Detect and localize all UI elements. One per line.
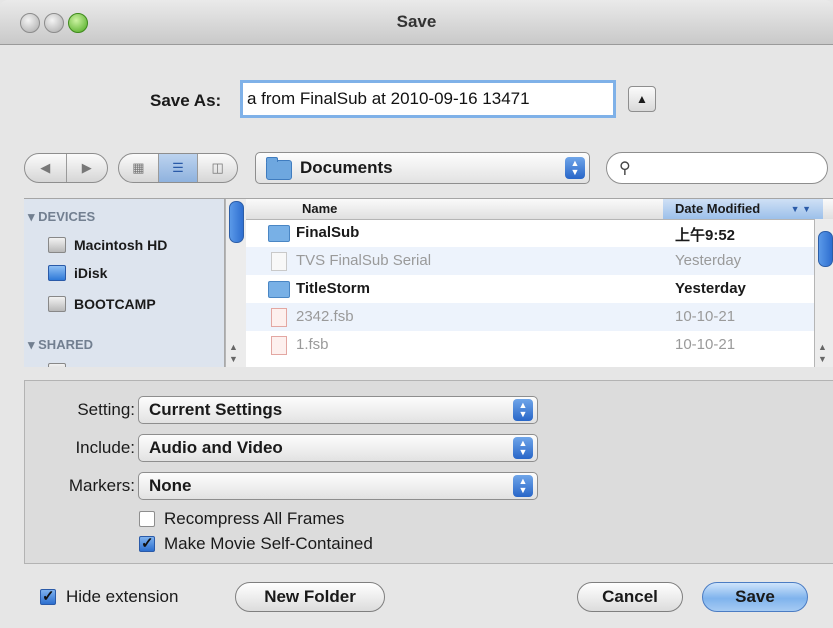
cancel-button[interactable]: Cancel (577, 582, 683, 612)
popup-arrows-icon: ▲ ▼ (565, 157, 585, 179)
collapse-browser-button[interactable]: ▲ (628, 86, 656, 112)
hard-drive-icon (48, 237, 66, 253)
idisk-icon (48, 265, 66, 281)
save-as-label: Save As: (150, 91, 222, 110)
sidebar-item-label: iDisk (74, 265, 108, 281)
sidebar-item-label: BOOTCAMP (74, 296, 156, 312)
sidebar-scrollbar[interactable]: ▲ ▼ (225, 199, 246, 367)
fsb-file-icon (271, 336, 287, 355)
date-modified-column-header[interactable]: Date Modified ▼ ▼ (663, 199, 823, 219)
icon-view-button[interactable]: ▦ (119, 154, 158, 182)
file-list-header: Name Date Modified ▼ ▼ (246, 199, 833, 220)
search-input[interactable] (641, 157, 815, 181)
fsb-file-icon (271, 308, 287, 327)
hide-extension-label: Hide extension (66, 587, 179, 606)
folder-icon (268, 281, 290, 298)
file-name: 1.fsb (296, 336, 329, 353)
save-button[interactable]: Save (702, 582, 808, 612)
markers-label: Markers: (68, 476, 135, 495)
document-icon (271, 252, 287, 271)
file-list-scrollbar[interactable]: ▲ ▼ (814, 219, 833, 367)
file-row-2342-fsb: 2342.fsb 10-10-21 (246, 303, 814, 331)
include-popup-value: Audio and Video (149, 438, 283, 457)
sidebar-header-shared[interactable]: ▾ SHARED (28, 337, 93, 353)
sidebar-item-label: Macintosh HD (74, 237, 168, 253)
hard-drive-icon (48, 296, 66, 312)
back-arrow-icon: ◀ (40, 160, 51, 175)
recompress-label: Recompress All Frames (164, 509, 345, 528)
forward-arrow-icon: ▶ (81, 160, 92, 175)
setting-popup-value: Current Settings (149, 400, 283, 419)
triangle-up-icon: ▲ (636, 92, 648, 106)
search-icon: ⚲ (619, 160, 631, 177)
new-folder-button[interactable]: New Folder (235, 582, 385, 612)
sidebar-item-macintosh-hd[interactable]: Macintosh HD (48, 233, 167, 257)
column-view-button[interactable]: ◫ (197, 154, 237, 182)
file-row-titlestorm[interactable]: TitleStorm Yesterday (246, 275, 814, 303)
column-view-icon: ◫ (211, 160, 224, 175)
self-contained-label: Make Movie Self-Contained (164, 534, 373, 553)
file-name: TitleStorm (296, 280, 370, 297)
search-field[interactable]: ⚲ (606, 152, 828, 184)
file-name: TVS FinalSub Serial (296, 252, 432, 269)
list-view-icon: ☰ (172, 160, 184, 175)
sidebar: ▾ DEVICES Macintosh HD iDisk BOOTCAMP ▾ … (24, 199, 225, 367)
file-row-tvs-finalsub-serial: TVS FinalSub Serial Yesterday (246, 247, 814, 275)
file-date: Yesterday (675, 280, 746, 297)
location-popup-value: Documents (300, 158, 393, 177)
file-row-finalsub[interactable]: FinalSub 上午9:52 (246, 219, 814, 247)
setting-popup[interactable]: Current Settings ▲ ▼ (138, 396, 538, 424)
hide-extension-checkbox[interactable] (40, 587, 56, 605)
markers-popup[interactable]: None ▲ ▼ (138, 472, 538, 500)
markers-popup-value: None (149, 476, 192, 495)
popup-arrows-icon: ▲ ▼ (513, 399, 533, 421)
export-options-panel: Setting: Current Settings ▲ ▼ Include: Au… (24, 380, 833, 564)
sidebar-scroll-thumb[interactable] (229, 201, 244, 243)
file-date: 10-10-21 (675, 308, 736, 325)
sidebar-item-idisk[interactable]: iDisk (48, 261, 107, 285)
include-label: Include: (75, 438, 135, 457)
folder-icon (268, 225, 290, 242)
documents-folder-icon (266, 157, 292, 180)
scroll-arrows-icon[interactable]: ▲ ▼ (229, 341, 238, 365)
forward-button[interactable]: ▶ (65, 154, 108, 182)
sidebar-header-devices[interactable]: ▾ DEVICES (28, 209, 95, 225)
file-date: Yesterday (675, 252, 742, 269)
file-name: 2342.fsb (296, 308, 354, 325)
include-popup[interactable]: Audio and Video ▲ ▼ (138, 434, 538, 462)
computer-icon (48, 363, 66, 367)
recompress-checkbox[interactable] (139, 511, 155, 527)
file-name: FinalSub (296, 224, 360, 241)
file-date: 10-10-21 (675, 336, 736, 353)
popup-arrows-icon: ▲ ▼ (513, 437, 533, 459)
file-row-1-fsb: 1.fsb 10-10-21 (246, 331, 814, 359)
sort-descending-icon: ▼ ▼ (790, 204, 811, 214)
scroll-arrows-icon[interactable]: ▲ ▼ (818, 341, 827, 365)
file-date: 上午9:52 (675, 227, 736, 244)
file-list: Name Date Modified ▼ ▼ FinalSub 上午9:52 T… (246, 199, 833, 367)
location-popup[interactable]: Documents ▲ ▼ (255, 152, 590, 184)
file-list-scroll-thumb[interactable] (818, 231, 833, 267)
sidebar-item-shared-computer[interactable] (48, 359, 74, 367)
self-contained-checkbox[interactable] (139, 534, 155, 552)
sidebar-item-bootcamp[interactable]: BOOTCAMP (48, 292, 156, 316)
setting-label: Setting: (77, 400, 135, 419)
list-view-button[interactable]: ☰ (157, 154, 198, 182)
save-as-input[interactable] (240, 80, 616, 118)
view-mode-control: ▦ ☰ ◫ (118, 153, 238, 183)
back-button[interactable]: ◀ (25, 154, 66, 182)
title-bar: Save (0, 0, 833, 45)
file-browser: ▾ DEVICES Macintosh HD iDisk BOOTCAMP ▾ … (24, 198, 833, 367)
popup-arrows-icon: ▲ ▼ (513, 475, 533, 497)
icon-view-icon: ▦ (132, 160, 145, 175)
name-column-header[interactable]: Name (302, 201, 337, 216)
back-forward-control: ◀ ▶ (24, 153, 108, 183)
window-title: Save (396, 12, 437, 31)
